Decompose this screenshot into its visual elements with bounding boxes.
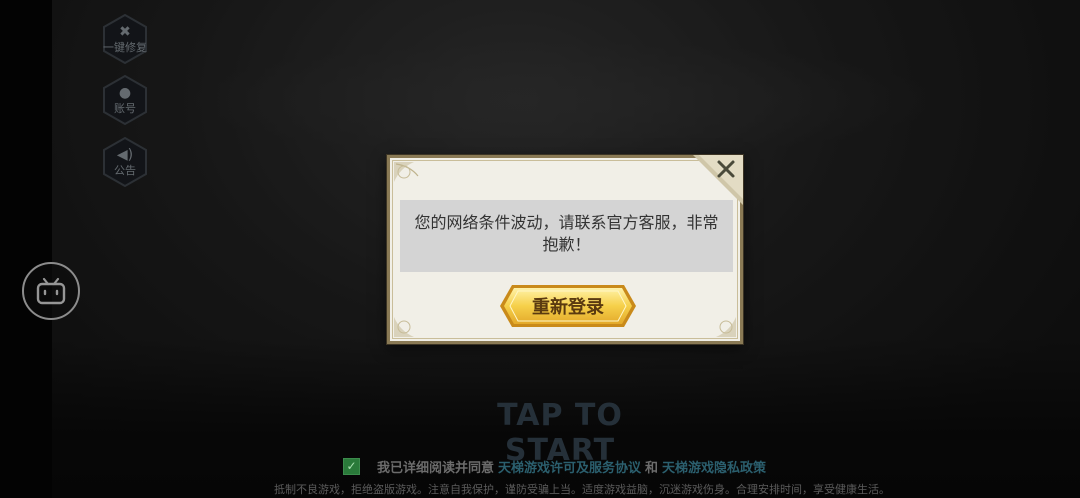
corner-ornament-icon bbox=[716, 317, 736, 337]
corner-ornament-icon bbox=[394, 317, 414, 337]
agreement-and: 和 bbox=[645, 460, 659, 476]
relogin-button-label: 重新登录 bbox=[532, 297, 604, 318]
agreement-checkbox[interactable]: ✓ bbox=[343, 457, 360, 475]
relogin-button[interactable]: 重新登录 bbox=[498, 283, 638, 329]
agreement-prefix: 我已详细阅读并同意 bbox=[377, 460, 495, 476]
dialog-message: 您的网络条件波动，请联系官方客服，非常抱歉！ bbox=[400, 200, 733, 272]
health-notice: 抵制不良游戏，拒绝盗版游戏。注意自我保护，谨防受骗上当。适度游戏益脑，沉迷游戏伤… bbox=[274, 483, 890, 496]
corner-ornament-icon bbox=[394, 162, 419, 182]
close-icon[interactable] bbox=[693, 155, 743, 205]
privacy-policy-link[interactable]: 天梯游戏隐私政策 bbox=[662, 457, 766, 476]
network-error-dialog: 您的网络条件波动，请联系官方客服，非常抱歉！ 重新登录 bbox=[387, 155, 743, 344]
agreement-row: ✓ 我已详细阅读并同意 天梯游戏许可及服务协议 和 天梯游戏隐私政策 bbox=[343, 457, 770, 476]
license-agreement-link[interactable]: 天梯游戏许可及服务协议 bbox=[498, 457, 641, 476]
